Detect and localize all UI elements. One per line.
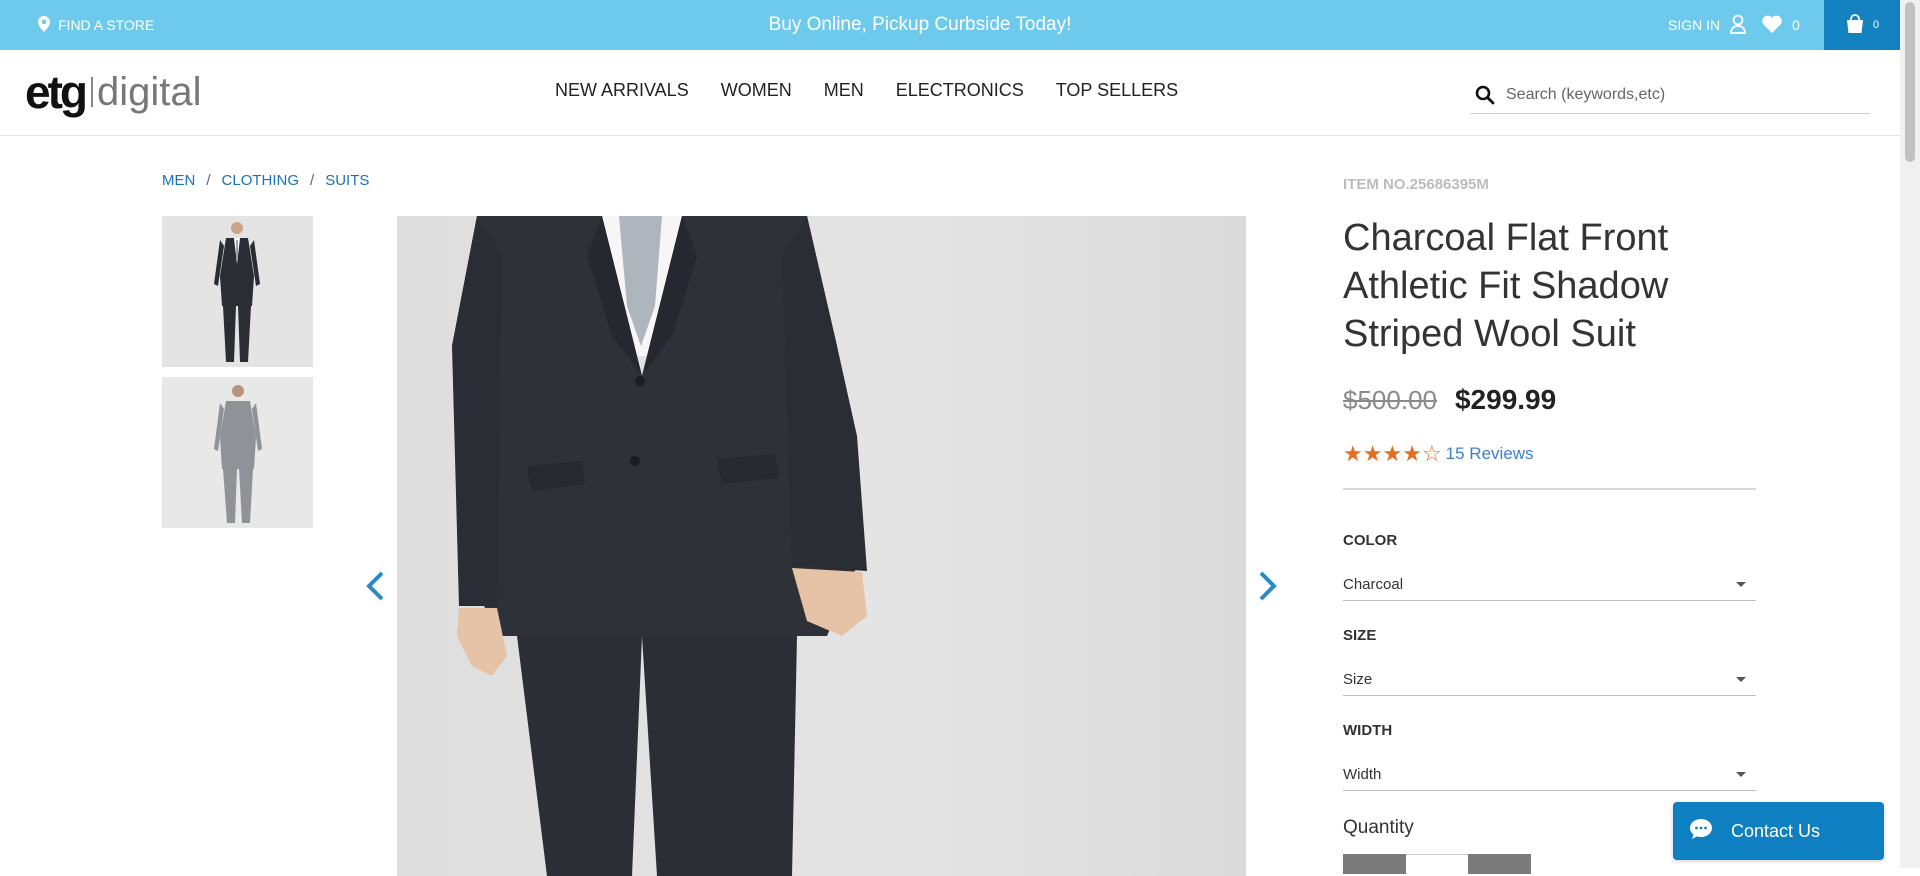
original-price: $500.00 xyxy=(1343,385,1437,415)
product-rating: ★★★★☆ 15 Reviews xyxy=(1343,442,1534,466)
search-input[interactable] xyxy=(1500,85,1870,105)
nav-item-electronics[interactable]: ELECTRONICS xyxy=(896,80,1024,101)
wishlist-link[interactable]: 0 xyxy=(1762,0,1800,50)
sale-price: $299.99 xyxy=(1454,384,1557,415)
item-number: ITEM NO.25686395M xyxy=(1343,176,1489,193)
breadcrumb: MEN / CLOTHING / SUITS xyxy=(162,172,369,189)
color-label: COLOR xyxy=(1343,532,1398,549)
size-select-value: Size xyxy=(1343,670,1373,688)
quantity-input[interactable] xyxy=(1406,854,1468,874)
rating-stars: ★★★★☆ xyxy=(1343,442,1442,466)
product-thumbnail-back[interactable] xyxy=(162,377,313,528)
color-select[interactable]: Charcoal xyxy=(1343,568,1756,601)
product-main-image xyxy=(397,216,1246,876)
product-thumbnail-front[interactable] xyxy=(162,216,313,367)
wishlist-count: 0 xyxy=(1792,17,1800,33)
chevron-right-icon xyxy=(1259,571,1277,606)
prev-image-button[interactable] xyxy=(360,570,390,606)
scrollbar-thumb[interactable] xyxy=(1905,2,1915,162)
size-label: SIZE xyxy=(1343,627,1377,644)
breadcrumb-suits[interactable]: SUITS xyxy=(325,172,369,189)
page-scrollbar[interactable] xyxy=(1900,0,1920,868)
find-a-store-link[interactable]: FIND A STORE xyxy=(38,0,154,50)
nav-item-top-sellers[interactable]: TOP SELLERS xyxy=(1056,80,1178,101)
divider xyxy=(1343,488,1756,490)
contact-us-label: Contact Us xyxy=(1731,820,1821,841)
star-filled-icon: ★ xyxy=(1362,441,1383,466)
nav-item-women[interactable]: WOMEN xyxy=(721,80,792,101)
breadcrumb-men[interactable]: MEN xyxy=(162,172,195,189)
contact-us-button[interactable]: Contact Us xyxy=(1673,802,1884,860)
breadcrumb-separator: / xyxy=(206,172,211,189)
chevron-left-icon xyxy=(366,571,384,606)
quantity-label: Quantity xyxy=(1343,817,1414,838)
logo-digital: digital xyxy=(97,69,202,114)
site-header: etg digital NEW ARRIVALS WOMEN MEN ELECT… xyxy=(0,50,1900,136)
chevron-down-icon xyxy=(1736,676,1746,682)
find-a-store-label: FIND A STORE xyxy=(58,17,155,33)
next-image-button[interactable] xyxy=(1253,570,1283,606)
price-row: $500.00 $299.99 xyxy=(1343,384,1556,416)
logo-etg: etg xyxy=(25,66,88,118)
quantity-decrease-button[interactable] xyxy=(1343,854,1406,874)
map-pin-icon xyxy=(38,15,50,35)
quantity-increase-button[interactable] xyxy=(1468,854,1531,874)
cart-button[interactable]: 0 xyxy=(1824,0,1900,50)
main-nav: NEW ARRIVALS WOMEN MEN ELECTRONICS TOP S… xyxy=(555,50,1178,130)
sign-in-label: SIGN IN xyxy=(1668,17,1721,33)
promo-message: Buy Online, Pickup Curbside Today! xyxy=(768,14,1072,35)
width-select[interactable]: Width xyxy=(1343,758,1756,791)
star-filled-icon: ★ xyxy=(1382,441,1403,466)
sign-in-link[interactable]: SIGN IN xyxy=(1668,0,1747,50)
search-icon[interactable] xyxy=(1470,85,1500,105)
chevron-down-icon xyxy=(1736,771,1746,777)
nav-item-men[interactable]: MEN xyxy=(824,80,864,101)
color-select-value: Charcoal xyxy=(1343,575,1404,593)
top-promo-bar: FIND A STORE Buy Online, Pickup Curbside… xyxy=(0,0,1900,50)
logo-separator xyxy=(91,77,93,107)
product-title: Charcoal Flat Front Athletic Fit Shadow … xyxy=(1343,217,1669,355)
width-select-value: Width xyxy=(1343,765,1382,783)
size-select[interactable]: Size xyxy=(1343,663,1756,696)
search-bar xyxy=(1470,77,1870,114)
reviews-link[interactable]: 15 Reviews xyxy=(1446,444,1534,464)
heart-icon xyxy=(1762,15,1782,36)
star-filled-icon: ★ xyxy=(1343,441,1363,466)
star-empty-icon: ☆ xyxy=(1421,441,1442,466)
breadcrumb-separator: / xyxy=(310,172,315,189)
quantity-stepper xyxy=(1343,854,1531,874)
chat-icon xyxy=(1689,818,1713,845)
breadcrumb-clothing[interactable]: CLOTHING xyxy=(222,172,300,189)
shopping-bag-icon xyxy=(1845,13,1865,37)
cart-count: 0 xyxy=(1872,19,1880,31)
user-icon xyxy=(1730,14,1747,37)
site-logo[interactable]: etg digital xyxy=(25,64,202,120)
width-label: WIDTH xyxy=(1343,722,1393,739)
chevron-down-icon xyxy=(1736,581,1746,587)
star-filled-icon: ★ xyxy=(1402,441,1422,466)
nav-item-new-arrivals[interactable]: NEW ARRIVALS xyxy=(555,80,689,101)
